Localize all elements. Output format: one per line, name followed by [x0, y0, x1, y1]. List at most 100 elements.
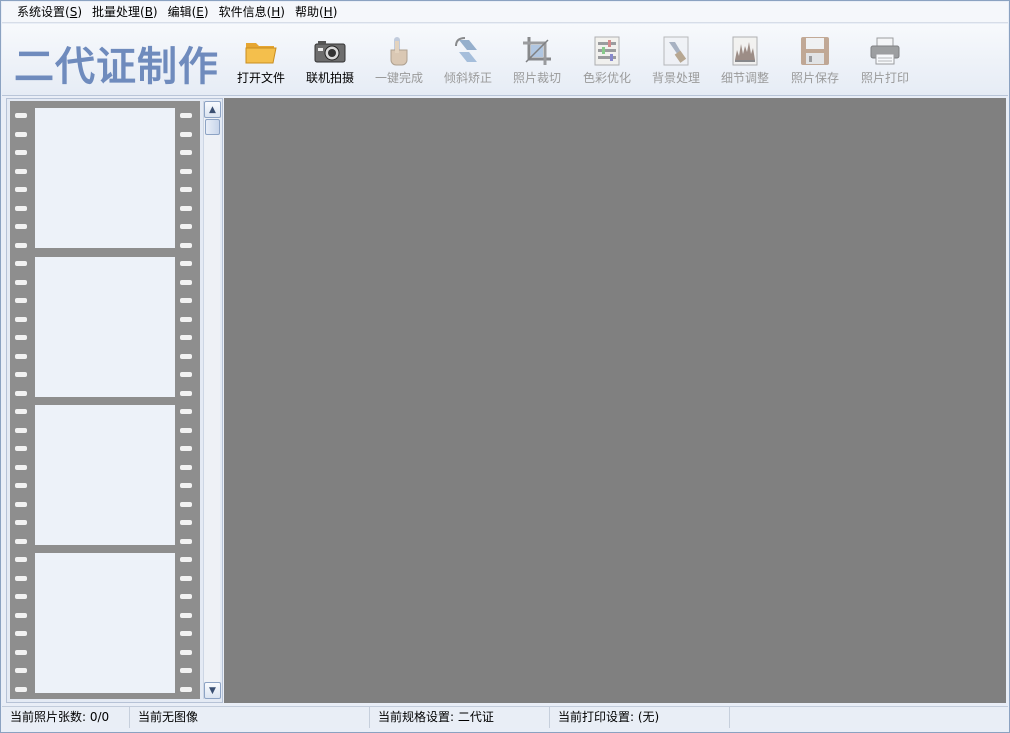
film-perforation — [15, 631, 27, 636]
film-perforation — [180, 205, 192, 211]
film-perforation — [180, 316, 192, 322]
chevron-down-icon: ▼ — [209, 685, 216, 696]
film-perforation — [15, 353, 27, 359]
film-perforation — [15, 575, 27, 581]
printer-icon — [869, 36, 901, 66]
floppy-icon — [799, 36, 831, 66]
film-perforation — [15, 205, 27, 211]
film-perforation — [180, 113, 192, 118]
film-perforation — [180, 483, 192, 488]
save-photo-label: 照片保存 — [790, 71, 839, 85]
menu-batch-processing[interactable]: 批量处理(B) — [87, 2, 163, 22]
film-perforation — [15, 557, 27, 562]
thumbnail-scrollbar[interactable]: ▲ ▼ — [203, 101, 221, 699]
film-perforation — [15, 409, 27, 414]
film-perforation — [15, 501, 27, 507]
film-perforation — [15, 649, 27, 655]
film-perforation — [15, 113, 27, 118]
film-perforation — [180, 131, 192, 137]
deskew-button[interactable]: 倾斜矫正 — [435, 36, 501, 86]
rotate-icon — [452, 36, 484, 66]
film-perforation — [15, 131, 27, 137]
background-label: 背景处理 — [651, 71, 700, 85]
film-perforation — [180, 649, 192, 655]
crop-icon — [521, 36, 553, 66]
image-workspace[interactable] — [224, 98, 1006, 703]
thumbnail-slot[interactable] — [35, 108, 175, 248]
deskew-label: 倾斜矫正 — [443, 71, 492, 85]
film-perforations-left — [15, 101, 29, 699]
crop-label: 照片裁切 — [512, 71, 561, 85]
film-perforation — [180, 261, 192, 266]
background-button[interactable]: 背景处理 — [643, 36, 709, 86]
histogram-icon — [729, 36, 761, 66]
hand-pointer-icon — [383, 36, 415, 66]
open-file-button[interactable]: 打开文件 — [228, 36, 294, 86]
film-perforation — [15, 187, 27, 192]
film-perforation — [15, 483, 27, 488]
film-perforation — [180, 501, 192, 507]
print-photo-label: 照片打印 — [860, 71, 909, 85]
film-perforations-right — [180, 101, 194, 699]
scroll-down-button[interactable]: ▼ — [204, 682, 221, 699]
scroll-up-button[interactable]: ▲ — [204, 101, 221, 118]
film-perforation — [15, 372, 27, 377]
crop-button[interactable]: 照片裁切 — [504, 36, 570, 86]
film-perforation — [15, 242, 27, 248]
film-strip — [10, 101, 200, 699]
color-bars-icon — [591, 36, 623, 66]
film-perforation — [15, 520, 27, 525]
open-file-label: 打开文件 — [236, 71, 285, 85]
capture-button[interactable]: 联机拍摄 — [297, 36, 363, 86]
thumbnail-slot[interactable] — [35, 257, 175, 397]
film-perforation — [15, 594, 27, 599]
brush-icon — [660, 36, 692, 66]
one-click-button[interactable]: 一键完成 — [366, 36, 432, 86]
film-perforation — [180, 427, 192, 433]
film-perforation — [180, 150, 192, 155]
film-perforation — [180, 372, 192, 377]
color-optimize-label: 色彩优化 — [582, 71, 631, 85]
film-perforation — [15, 446, 27, 451]
film-perforation — [180, 390, 192, 396]
scroll-thumb[interactable] — [205, 119, 220, 135]
film-perforation — [180, 464, 192, 470]
thumbnail-slot[interactable] — [35, 405, 175, 545]
thumbnail-slot[interactable] — [35, 553, 175, 693]
film-perforation — [180, 335, 192, 340]
film-perforation — [15, 150, 27, 155]
save-photo-button[interactable]: 照片保存 — [782, 36, 848, 86]
menu-edit[interactable]: 编辑(E) — [163, 2, 214, 22]
print-photo-button[interactable]: 照片打印 — [852, 36, 918, 86]
folder-icon — [245, 36, 277, 66]
film-perforation — [180, 594, 192, 599]
film-perforation — [180, 520, 192, 525]
detail-adjust-button[interactable]: 细节调整 — [712, 36, 778, 86]
color-optimize-button[interactable]: 色彩优化 — [574, 36, 640, 86]
brand-title: 二代证制作 — [14, 44, 219, 90]
app-window: 系统设置(S) 批量处理(B) 编辑(E) 软件信息(H) 帮助(H) 二代证制… — [0, 0, 1010, 733]
film-perforation — [15, 464, 27, 470]
status-image: 当前无图像 — [130, 707, 370, 728]
film-perforation — [180, 298, 192, 303]
film-perforation — [15, 427, 27, 433]
camera-icon — [314, 36, 346, 66]
film-perforation — [180, 631, 192, 636]
film-perforation — [180, 686, 192, 692]
film-perforation — [15, 335, 27, 340]
film-perforation — [180, 575, 192, 581]
film-perforation — [15, 298, 27, 303]
menu-system-settings[interactable]: 系统设置(S) — [12, 2, 87, 22]
status-spec: 当前规格设置: 二代证 — [370, 707, 550, 728]
thumbnail-pane: ▲ ▼ — [6, 98, 223, 703]
film-perforation — [15, 168, 27, 174]
film-perforation — [180, 242, 192, 248]
menu-help[interactable]: 帮助(H) — [290, 2, 342, 22]
film-perforation — [180, 557, 192, 562]
capture-label: 联机拍摄 — [305, 71, 354, 85]
film-perforation — [15, 279, 27, 285]
film-perforation — [180, 279, 192, 285]
film-perforation — [15, 686, 27, 692]
film-perforation — [180, 668, 192, 673]
menu-software-info[interactable]: 软件信息(H) — [214, 2, 290, 22]
